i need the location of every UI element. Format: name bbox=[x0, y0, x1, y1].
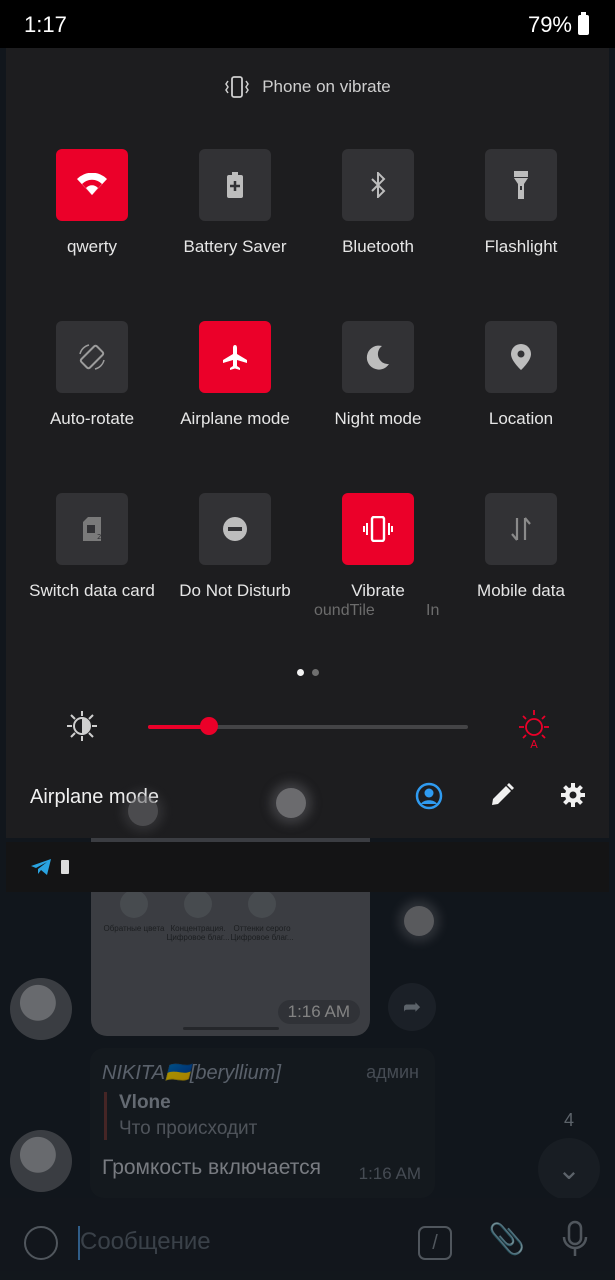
ghost-label: In bbox=[426, 602, 440, 619]
svg-text:A: A bbox=[530, 738, 538, 750]
sim-card-icon: 2 bbox=[56, 493, 128, 565]
wifi-icon bbox=[56, 149, 128, 221]
tile-location[interactable]: Location bbox=[449, 321, 593, 429]
flashlight-icon bbox=[485, 149, 557, 221]
battery-icon bbox=[578, 12, 589, 35]
tile-night-mode[interactable]: Night mode bbox=[306, 321, 450, 429]
edit-pencil-icon[interactable] bbox=[489, 782, 515, 808]
touch-indicator bbox=[128, 796, 158, 826]
tile-label: Do Not Disturb bbox=[179, 581, 291, 600]
tile-do-not-disturb[interactable]: Do Not Disturb bbox=[163, 493, 307, 601]
tile-label: Location bbox=[488, 409, 554, 428]
battery-icon bbox=[61, 860, 69, 874]
tile-label: Vibrate bbox=[351, 581, 405, 600]
tile-label: Bluetooth bbox=[342, 237, 414, 256]
mobile-data-icon bbox=[485, 493, 557, 565]
ghost-label: oundTile bbox=[314, 602, 375, 619]
tile-bluetooth[interactable]: Bluetooth bbox=[306, 149, 450, 257]
settings-gear-icon[interactable] bbox=[560, 782, 586, 808]
tile-switch-data-card[interactable]: 2 Switch data card bbox=[20, 493, 164, 601]
tile-airplane-mode[interactable]: Airplane mode bbox=[163, 321, 307, 429]
page-dot-active bbox=[297, 669, 304, 676]
tile-battery-saver[interactable]: Battery Saver bbox=[163, 149, 307, 257]
battery-percent: 79% bbox=[527, 12, 572, 37]
tile-label: Auto-rotate bbox=[49, 409, 135, 428]
brightness-slider[interactable] bbox=[148, 717, 468, 735]
tile-label: Airplane mode bbox=[180, 409, 290, 428]
tile-wifi[interactable]: qwerty bbox=[20, 149, 164, 257]
airplane-icon bbox=[199, 321, 271, 393]
battery-status: 79% bbox=[528, 12, 589, 38]
tile-label: qwerty bbox=[66, 237, 118, 256]
touch-indicator bbox=[404, 906, 434, 936]
location-pin-icon bbox=[485, 321, 557, 393]
brightness-knob[interactable] bbox=[199, 717, 218, 735]
tile-auto-rotate[interactable]: Auto-rotate bbox=[20, 321, 164, 429]
tile-label: Switch data card bbox=[29, 581, 155, 600]
do-not-disturb-icon bbox=[199, 493, 271, 565]
tile-mobile-data[interactable]: Mobile data bbox=[449, 493, 593, 601]
page-dot[interactable] bbox=[312, 669, 319, 676]
svg-text:2: 2 bbox=[97, 533, 101, 541]
ringer-status[interactable]: Phone on vibrate bbox=[6, 76, 609, 98]
auto-brightness-icon[interactable]: A bbox=[513, 708, 555, 750]
vibrate-icon bbox=[225, 76, 250, 98]
brightness-icon bbox=[67, 711, 97, 741]
tile-label: Flashlight bbox=[484, 237, 558, 256]
clock: 1:17 bbox=[24, 12, 67, 37]
tile-label: Battery Saver bbox=[183, 237, 287, 256]
touch-indicator bbox=[276, 788, 306, 818]
vibrate-icon bbox=[342, 493, 414, 565]
battery-saver-icon bbox=[199, 149, 271, 221]
telegram-icon bbox=[31, 859, 51, 875]
bluetooth-icon bbox=[342, 149, 414, 221]
page-indicator bbox=[297, 669, 319, 676]
tile-vibrate[interactable]: Vibrate bbox=[306, 493, 450, 601]
tile-label: Mobile data bbox=[477, 581, 565, 600]
tile-flashlight[interactable]: Flashlight bbox=[449, 149, 593, 257]
user-account-icon[interactable] bbox=[415, 782, 443, 810]
notification-strip bbox=[6, 842, 609, 892]
moon-icon bbox=[342, 321, 414, 393]
quick-settings-panel: Phone on vibrate qwerty Battery Saver Bl… bbox=[6, 48, 609, 838]
ringer-status-label: Phone on vibrate bbox=[262, 77, 391, 96]
tile-label: Night mode bbox=[334, 409, 422, 428]
status-bar: 1:17 79% bbox=[0, 0, 615, 48]
auto-rotate-icon bbox=[56, 321, 128, 393]
